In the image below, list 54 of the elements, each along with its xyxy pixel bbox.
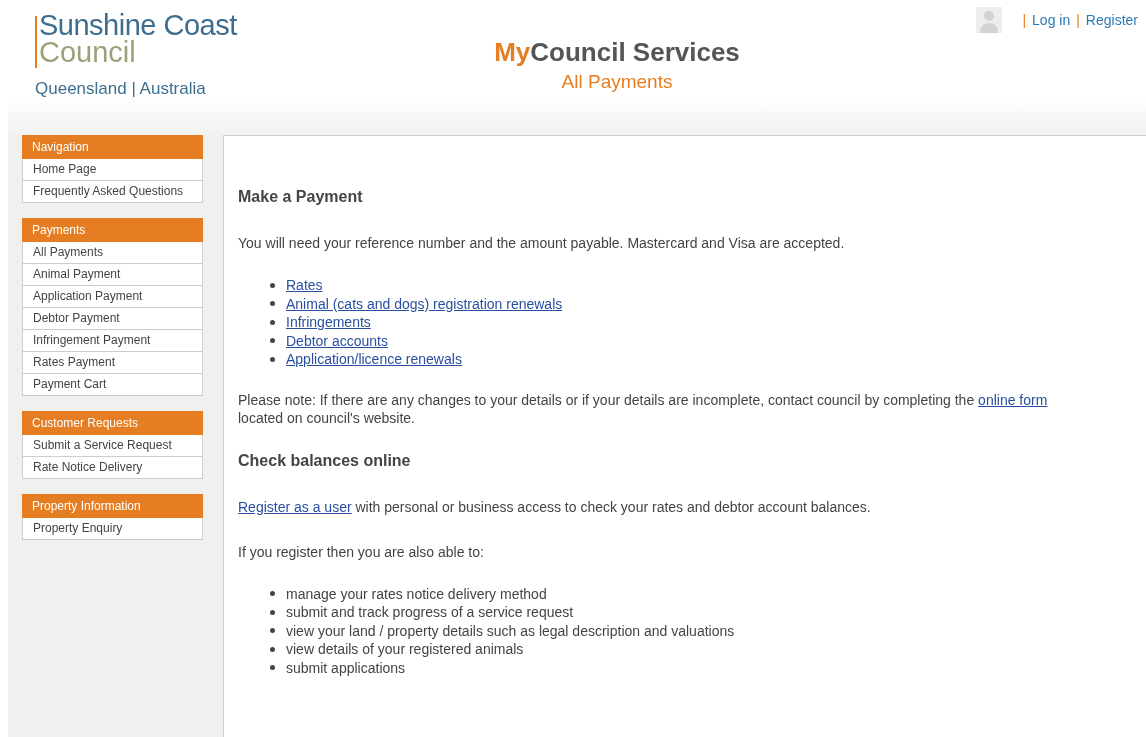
- bullet-icon: [270, 665, 275, 671]
- sidebar-link[interactable]: Application Payment: [22, 286, 203, 308]
- bullet-icon: [270, 356, 275, 362]
- list-item-text: manage your rates notice delivery method: [286, 584, 547, 603]
- bullet-icon: [270, 628, 275, 634]
- payment-link[interactable]: Infringements: [286, 313, 371, 332]
- sidebar-heading: Navigation: [22, 135, 203, 159]
- payment-link[interactable]: Rates: [286, 276, 323, 295]
- text-link[interactable]: online form: [978, 391, 1048, 408]
- sidebar-link[interactable]: Home Page: [22, 159, 203, 181]
- login-link[interactable]: Log in: [1032, 9, 1071, 31]
- bullet-icon: [270, 301, 275, 307]
- sidebar-link[interactable]: Property Enquiry: [22, 518, 203, 540]
- sidebar-link[interactable]: Frequently Asked Questions: [22, 181, 203, 203]
- bullet-icon: [270, 609, 275, 615]
- text-link[interactable]: Register as a user: [238, 498, 352, 515]
- sidebar-link[interactable]: Rate Notice Delivery: [22, 457, 203, 479]
- bullet-icon: [270, 282, 275, 288]
- sidebar-link[interactable]: Debtor Payment: [22, 308, 203, 330]
- page-title: MyCouncil Services: [494, 36, 740, 68]
- separator-text: |: [1022, 10, 1027, 30]
- user-avatar-icon: [976, 7, 1003, 33]
- bullet-icon: [270, 338, 275, 344]
- body-text: You will need your reference number and the amount payable. Mastercard and Visa are accepted.: [238, 234, 846, 253]
- sidebar-heading: Customer Requests: [22, 411, 203, 435]
- body-text: Register as a user with personal or business access to check your rates and debtor account balances.: [238, 497, 872, 517]
- sidebar-link[interactable]: Payment Cart: [22, 374, 203, 396]
- logo-tagline: Queensland | Australia: [35, 78, 207, 100]
- sidebar-heading: Property Information: [22, 494, 203, 518]
- sidebar-link[interactable]: Submit a Service Request: [22, 435, 203, 457]
- list-item-text: submit applications: [286, 658, 406, 677]
- list-item-text: view details of your registered animals: [286, 640, 524, 659]
- separator-text: |: [1076, 10, 1080, 30]
- bullet-icon: [270, 646, 275, 652]
- bullet-icon: [270, 319, 275, 325]
- sidebar-link[interactable]: Infringement Payment: [22, 330, 203, 352]
- list-item-text: view your land / property details such as legal description and valuations: [286, 621, 735, 640]
- payment-link[interactable]: Application/licence renewals: [286, 350, 462, 369]
- sidebar-link[interactable]: All Payments: [22, 242, 203, 264]
- sidebar-link[interactable]: Rates Payment: [22, 352, 203, 374]
- logo-text: Sunshine Coast: [39, 12, 237, 39]
- page-subtitle: All Payments: [561, 70, 673, 94]
- payment-link[interactable]: Animal (cats and dogs) registration renewals: [286, 294, 563, 313]
- payment-link[interactable]: Debtor accounts: [286, 331, 388, 350]
- section-heading: Make a Payment: [238, 187, 364, 207]
- section-heading: Check balances online: [238, 450, 412, 471]
- body-text: If you register then you are also able to:: [238, 542, 485, 562]
- register-link[interactable]: Register: [1085, 9, 1138, 31]
- sidebar-heading: Payments: [22, 218, 203, 242]
- list-item-text: submit and track progress of a service request: [286, 603, 574, 622]
- sidebar-link[interactable]: Animal Payment: [22, 264, 203, 286]
- logo-text: Council: [39, 39, 137, 66]
- body-text: Please note: If there are any changes to your details or if your details are incomplete, contact council by completing the online form located on council's website.: [238, 390, 1049, 427]
- bullet-icon: [270, 591, 275, 597]
